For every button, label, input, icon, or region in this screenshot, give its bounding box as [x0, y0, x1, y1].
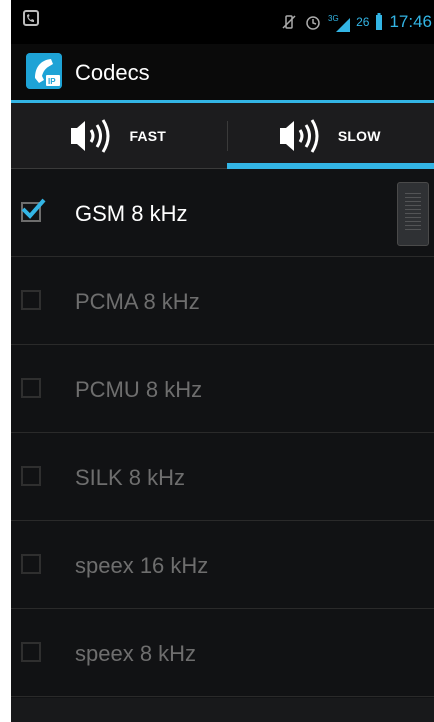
tab-slow-label: SLOW: [337, 128, 381, 144]
status-bar: 3G 26 17:46: [11, 0, 434, 44]
tab-fast[interactable]: FAST: [11, 103, 223, 169]
codec-checkbox[interactable]: [21, 554, 41, 574]
codec-label: speex 16 kHz: [75, 553, 209, 578]
fast-scroll-thumb[interactable]: [397, 182, 429, 246]
codec-label: PCMA 8 kHz: [75, 289, 200, 314]
codec-row-speex8[interactable]: speex 8 kHz: [11, 609, 434, 697]
battery-icon: [376, 13, 383, 30]
speaker-icon: [71, 119, 110, 153]
speaker-icon: [279, 119, 319, 153]
clock: 17:46: [389, 12, 432, 31]
tab-divider: [227, 121, 228, 151]
alarm-icon: [306, 16, 320, 30]
codec-label: SILK 8 kHz: [75, 465, 186, 490]
tab-bar: FAST SLOW: [11, 103, 434, 169]
codec-checkbox[interactable]: [21, 378, 41, 398]
page-title: Codecs: [75, 60, 150, 85]
signal-3g-icon: 3G: [328, 14, 351, 32]
battery-level: 26: [356, 15, 370, 29]
svg-text:3G: 3G: [328, 14, 339, 23]
codec-label: GSM 8 kHz: [75, 201, 188, 226]
codec-row-pcmu[interactable]: PCMU 8 kHz: [11, 345, 434, 433]
checkmark-icon: [21, 198, 46, 219]
codec-checkbox[interactable]: [21, 466, 41, 486]
phone-ip-icon[interactable]: IP: [26, 53, 62, 89]
codec-row-gsm[interactable]: GSM 8 kHz: [11, 169, 434, 257]
phone-screen: 3G 26 17:46 IP Codecs FAST SLOW GSM 8 kH…: [11, 0, 434, 722]
codec-list: GSM 8 kHz PCMA 8 kHz PCMU 8 kHz SILK 8 k…: [11, 169, 434, 697]
vibrate-icon: [282, 15, 296, 29]
codec-row-silk[interactable]: SILK 8 kHz: [11, 433, 434, 521]
list-bottom-edge: [11, 698, 434, 722]
codec-label: PCMU 8 kHz: [75, 377, 203, 402]
codec-row-pcma[interactable]: PCMA 8 kHz: [11, 257, 434, 345]
notification-app-icon: [23, 10, 39, 26]
tab-slow[interactable]: SLOW: [223, 103, 434, 169]
codec-checkbox[interactable]: [21, 290, 41, 310]
codec-checkbox[interactable]: [21, 642, 41, 662]
action-bar: IP Codecs: [11, 44, 434, 103]
tab-fast-label: FAST: [129, 128, 167, 144]
codec-checkbox[interactable]: [21, 198, 46, 222]
codec-row-speex16[interactable]: speex 16 kHz: [11, 521, 434, 609]
svg-text:IP: IP: [48, 77, 56, 86]
codec-label: speex 8 kHz: [75, 641, 197, 666]
